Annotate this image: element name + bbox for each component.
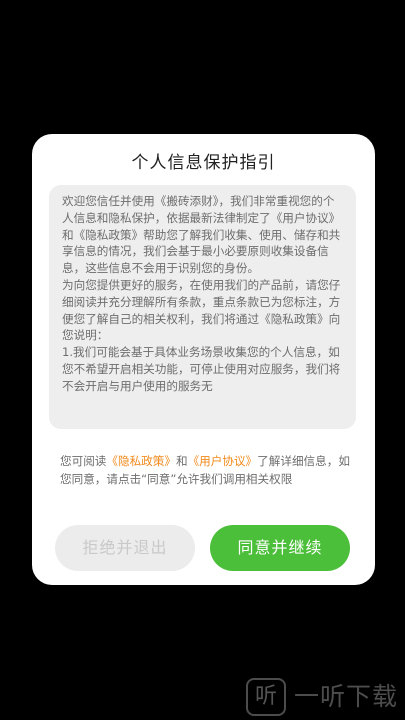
policy-body-text: 欢迎您信任并使用《搬砖添财》，我们非常重视您的个人信息和隐私保护，依据最新法律制… [62,194,341,393]
policy-scroll-area[interactable]: 欢迎您信任并使用《搬砖添财》，我们非常重视您的个人信息和隐私保护，依据最新法律制… [49,185,356,429]
privacy-dialog: 个人信息保护指引 欢迎您信任并使用《搬砖添财》，我们非常重视您的个人信息和隐私保… [32,134,375,585]
watermark: 听 一听下载 [246,678,400,716]
agree-and-continue-button[interactable]: 同意并继续 [210,525,350,571]
policy-notice: 您可阅读《隐私政策》和《用户协议》了解详细信息，如您同意，请点击“同意”允许我们… [60,452,350,488]
dialog-title: 个人信息保护指引 [131,153,276,173]
watermark-logo-icon: 听 [246,678,286,716]
refuse-and-exit-button[interactable]: 拒绝并退出 [55,525,195,571]
notice-and: 和 [175,454,188,468]
screen: 个人信息保护指引 欢迎您信任并使用《搬砖添财》，我们非常重视您的个人信息和隐私保… [0,0,405,720]
notice-prefix: 您可阅读 [60,454,107,468]
watermark-text: 一听下载 [294,682,399,711]
privacy-policy-link[interactable]: 《隐私政策》 [106,454,176,468]
user-agreement-link[interactable]: 《用户协议》 [188,454,258,468]
